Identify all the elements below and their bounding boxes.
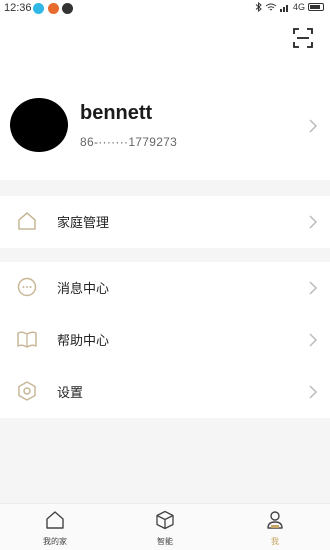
tab-label: 我 <box>271 537 279 546</box>
status-time: 12:36 <box>4 2 32 14</box>
status-indicators: 4G <box>255 2 324 12</box>
menu-item-home-management[interactable]: 家庭管理 <box>0 196 330 248</box>
wifi-icon <box>265 3 277 10</box>
bluetooth-icon <box>255 2 262 12</box>
username: bennett <box>80 102 153 124</box>
tab-smart[interactable]: 智能 <box>110 504 220 550</box>
chevron-right-icon <box>309 385 318 399</box>
home-icon <box>18 212 36 230</box>
notification-app-icon <box>33 3 44 14</box>
bottom-tab-bar: 我的家 智能 我 <box>0 503 330 550</box>
menu-item-settings[interactable]: 设置 <box>0 366 330 418</box>
network-type: 4G <box>292 2 305 12</box>
signal-icon <box>279 4 288 12</box>
notification-app-icon <box>48 3 59 14</box>
menu-item-message-center[interactable]: 消息中心 <box>0 262 330 314</box>
menu-item-label: 帮助中心 <box>57 334 110 349</box>
menu-item-label: 消息中心 <box>57 282 110 297</box>
chevron-right-icon <box>309 333 318 347</box>
battery-icon <box>308 3 324 11</box>
home-icon <box>46 511 64 529</box>
cube-icon <box>156 510 174 530</box>
status-bar: 12:36 4G <box>0 0 330 18</box>
section-divider <box>0 248 330 262</box>
avatar[interactable] <box>10 98 68 152</box>
empty-area <box>0 418 330 504</box>
message-icon <box>17 277 37 297</box>
tab-me[interactable]: 我 <box>220 504 330 550</box>
tab-my-home[interactable]: 我的家 <box>0 504 110 550</box>
profile-card[interactable]: bennett 86-·······1779273 <box>0 78 330 178</box>
tab-label: 我的家 <box>43 537 67 546</box>
book-icon <box>17 331 37 348</box>
menu-item-help-center[interactable]: 帮助中心 <box>0 314 330 366</box>
phone-number: 86-·······1779273 <box>80 135 178 149</box>
gear-icon <box>18 381 36 401</box>
menu-item-label: 设置 <box>57 386 84 401</box>
notification-app-icon <box>62 3 73 14</box>
tab-label: 智能 <box>157 537 173 546</box>
user-icon <box>267 511 283 529</box>
chevron-right-icon <box>309 281 318 295</box>
chevron-right-icon <box>309 119 318 133</box>
section-divider <box>0 180 330 196</box>
scan-icon[interactable] <box>292 27 314 49</box>
chevron-right-icon <box>309 215 318 229</box>
menu-item-label: 家庭管理 <box>57 216 110 231</box>
